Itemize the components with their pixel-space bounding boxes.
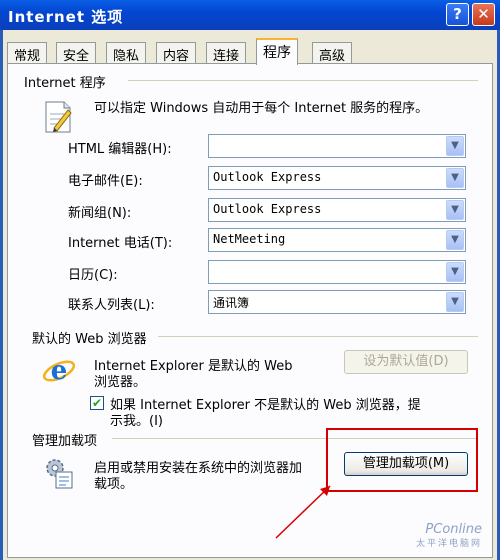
programs-panel: Internet 程序 可以指定 Windows 自动用于每个 Internet… [7,63,493,558]
help-button[interactable]: ? [446,3,469,26]
annotation-arrow-icon [275,485,331,539]
email-label: 电子邮件(E): [68,174,143,189]
internet-explorer-icon: e [42,354,76,392]
prompt-default-line2: 示我。(I) [110,414,163,429]
calendar-select[interactable]: ▼ [208,260,466,284]
programs-document-icon [42,100,74,138]
contacts-select[interactable]: 通讯簿 ▼ [208,290,466,314]
title-bar: Internet 选项 ? ✕ [0,0,500,30]
programs-description: 可以指定 Windows 自动用于每个 Internet 服务的程序。 [94,101,429,116]
addons-gear-icon [42,456,76,494]
dialog-client: 常规 安全 隐私 内容 连接 程序 高级 Internet 程序 可以指定 Wi… [3,30,497,560]
tab-programs[interactable]: 程序 [256,38,298,65]
chevron-down-icon[interactable]: ▼ [446,292,464,312]
default-browser-heading: 默认的 Web 浏览器 [32,328,151,347]
chevron-down-icon[interactable]: ▼ [446,168,464,188]
chevron-down-icon[interactable]: ▼ [446,136,464,156]
email-value: Outlook Express [213,170,322,184]
internet-call-value: NetMeeting [213,232,286,246]
internet-call-select[interactable]: NetMeeting ▼ [208,228,466,252]
html-editor-label: HTML 编辑器(H): [68,142,172,157]
prompt-default-checkbox[interactable]: ✔ [90,396,104,410]
calendar-label: 日历(C): [68,268,118,283]
tab-connections[interactable]: 连接 [206,42,247,64]
addons-heading: 管理加载项 [32,430,102,449]
chevron-down-icon[interactable]: ▼ [446,230,464,250]
default-status-line2: 浏览器。 [94,375,147,390]
newsgroup-value: Outlook Express [213,202,322,216]
watermark-sub: 太平洋电脑网 [415,539,482,549]
contacts-value: 通讯簿 [213,296,250,310]
tab-general[interactable]: 常规 [7,42,48,64]
html-editor-select[interactable]: ▼ [208,134,466,158]
svg-text:e: e [51,356,68,386]
tab-privacy[interactable]: 隐私 [106,42,147,64]
highlight-annotation-box [326,428,478,492]
email-select[interactable]: Outlook Express ▼ [208,166,466,190]
chevron-down-icon[interactable]: ▼ [446,262,464,282]
group-divider [158,336,478,337]
internet-programs-heading: Internet 程序 [24,72,110,91]
watermark-brand: PConline [425,522,482,537]
chevron-down-icon[interactable]: ▼ [446,200,464,220]
tab-security[interactable]: 安全 [56,42,97,64]
addons-desc-line2: 载项。 [94,477,134,492]
tab-content[interactable]: 内容 [156,42,197,64]
set-default-button[interactable]: 设为默认值(D) [344,350,468,374]
window-title: Internet 选项 [8,8,124,26]
newsgroup-select[interactable]: Outlook Express ▼ [208,198,466,222]
contacts-label: 联系人列表(L): [68,298,155,313]
watermark: PConline 太平洋电脑网 [416,523,482,551]
newsgroup-label: 新闻组(N): [68,206,132,221]
close-button[interactable]: ✕ [472,3,495,26]
internet-call-label: Internet 电话(T): [68,236,173,251]
group-divider [128,80,478,81]
tab-advanced[interactable]: 高级 [312,42,353,64]
